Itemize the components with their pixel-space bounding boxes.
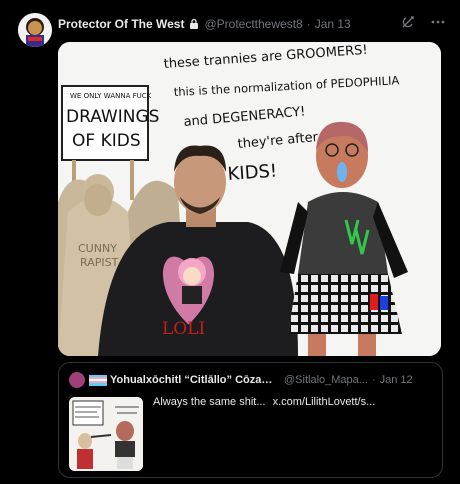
author-name[interactable]: Protector Of The West [58,17,184,31]
caption-line-5: KIDS! [227,161,278,185]
quote-link[interactable]: x.com/LilithLovett/s... [273,396,376,408]
quote-body: Always the same shit... [153,396,266,408]
tweet-header: Protector Of The West @Protectthewest8 ·… [58,14,452,34]
tweet[interactable]: Protector Of The West @Protectthewest8 ·… [0,0,460,484]
grok-icon[interactable] [400,14,416,30]
quote-thumbnail[interactable] [69,397,143,471]
sign-line-2: DRAWINGS [66,107,159,127]
shirt-line-1: CUNNY [78,242,117,255]
quote-date[interactable]: Jan 12 [380,374,413,386]
quote-avatar[interactable] [69,372,85,388]
avatar[interactable] [18,13,52,47]
separator-dot: · [306,17,311,31]
loli-label: LOLI [162,319,205,339]
quote-header: Yohualxōchitl “Citlāllo” Cōzamālōtl... @… [69,372,432,388]
author-handle[interactable]: @Protectthewest8 [204,17,302,31]
quote-text: Always the same shit... x.com/LilithLove… [153,396,375,408]
quote-author-name[interactable]: Yohualxōchitl “Citlāllo” Cōzamālōtl... [110,374,280,386]
sign-line-3: OF KIDS [72,131,141,151]
more-icon[interactable] [430,14,446,30]
quote-separator-dot: · [371,374,376,386]
tweet-image[interactable]: WE ONLY WANNA FUCK DRAWINGS OF KIDS CUNN… [58,42,441,356]
shirt-line-2: RAPIST [80,256,119,269]
trans-flag-icon [89,374,107,386]
header-actions [400,14,446,30]
tweet-date[interactable]: Jan 13 [315,17,351,31]
quote-tweet[interactable]: Yohualxōchitl “Citlāllo” Cōzamālōtl... @… [58,362,443,478]
sign-line-1: WE ONLY WANNA FUCK [70,92,152,100]
lock-icon [188,18,200,30]
quote-author-handle[interactable]: @Sitlalo_Mapa... [284,374,368,386]
